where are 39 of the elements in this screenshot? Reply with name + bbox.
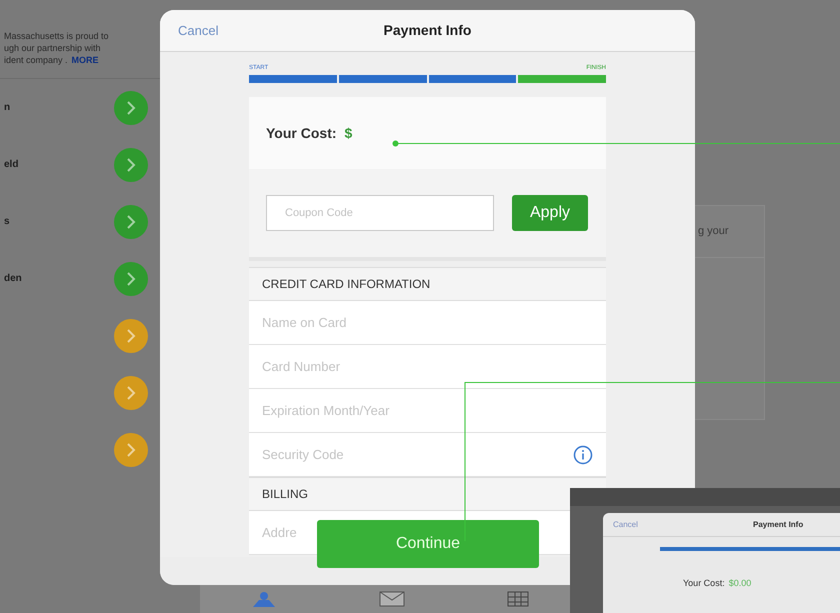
info-icon[interactable] xyxy=(573,444,593,464)
chevron-icon xyxy=(126,442,136,456)
list-item-label: n xyxy=(4,101,10,115)
continue-button[interactable]: Continue xyxy=(317,520,539,568)
list-item-label: s xyxy=(4,215,10,229)
chevron-button[interactable] xyxy=(114,376,148,410)
chevron-icon xyxy=(126,214,136,228)
cancel-button[interactable]: Cancel xyxy=(178,20,218,40)
list-item-label: eld xyxy=(4,158,18,172)
intro-text: Massachusetts is proud to xyxy=(4,30,110,42)
chevron-button[interactable] xyxy=(114,90,148,124)
inset-cancel-text: Cancel xyxy=(613,518,638,530)
chevron-button[interactable] xyxy=(114,318,148,352)
chevron-icon xyxy=(126,386,136,400)
section-heading: BILLING xyxy=(262,486,308,503)
chevron-icon xyxy=(126,272,136,286)
coupon-code-field[interactable]: Coupon Code xyxy=(266,195,494,231)
inset-title: Payment Info xyxy=(753,518,804,530)
chevron-icon xyxy=(126,158,136,172)
cost-value: $ xyxy=(344,124,352,142)
panel-text: g your xyxy=(698,225,729,237)
inset-cost-label: Your Cost: xyxy=(683,577,725,590)
more-link[interactable]: MORE xyxy=(72,54,99,66)
chevron-button[interactable] xyxy=(114,148,148,182)
inset-cost-value: $0.00 xyxy=(728,577,752,590)
apply-button[interactable]: Apply xyxy=(512,195,588,231)
intro-text: ugh our partnership with xyxy=(4,42,102,54)
grid-icon[interactable] xyxy=(507,591,529,607)
chevron-icon xyxy=(126,328,136,342)
chevron-icon xyxy=(126,100,136,114)
list-item-label: den xyxy=(4,272,22,286)
chevron-button[interactable] xyxy=(114,204,148,238)
chevron-button[interactable] xyxy=(114,262,148,296)
cost-label: Your Cost: xyxy=(266,124,337,142)
section-heading: CREDIT CARD INFORMATION xyxy=(262,276,430,293)
modal-title: Payment Info xyxy=(384,21,472,40)
chevron-button[interactable] xyxy=(114,432,148,466)
intro-text: ident company . xyxy=(4,54,68,66)
envelope-icon[interactable] xyxy=(379,591,405,607)
